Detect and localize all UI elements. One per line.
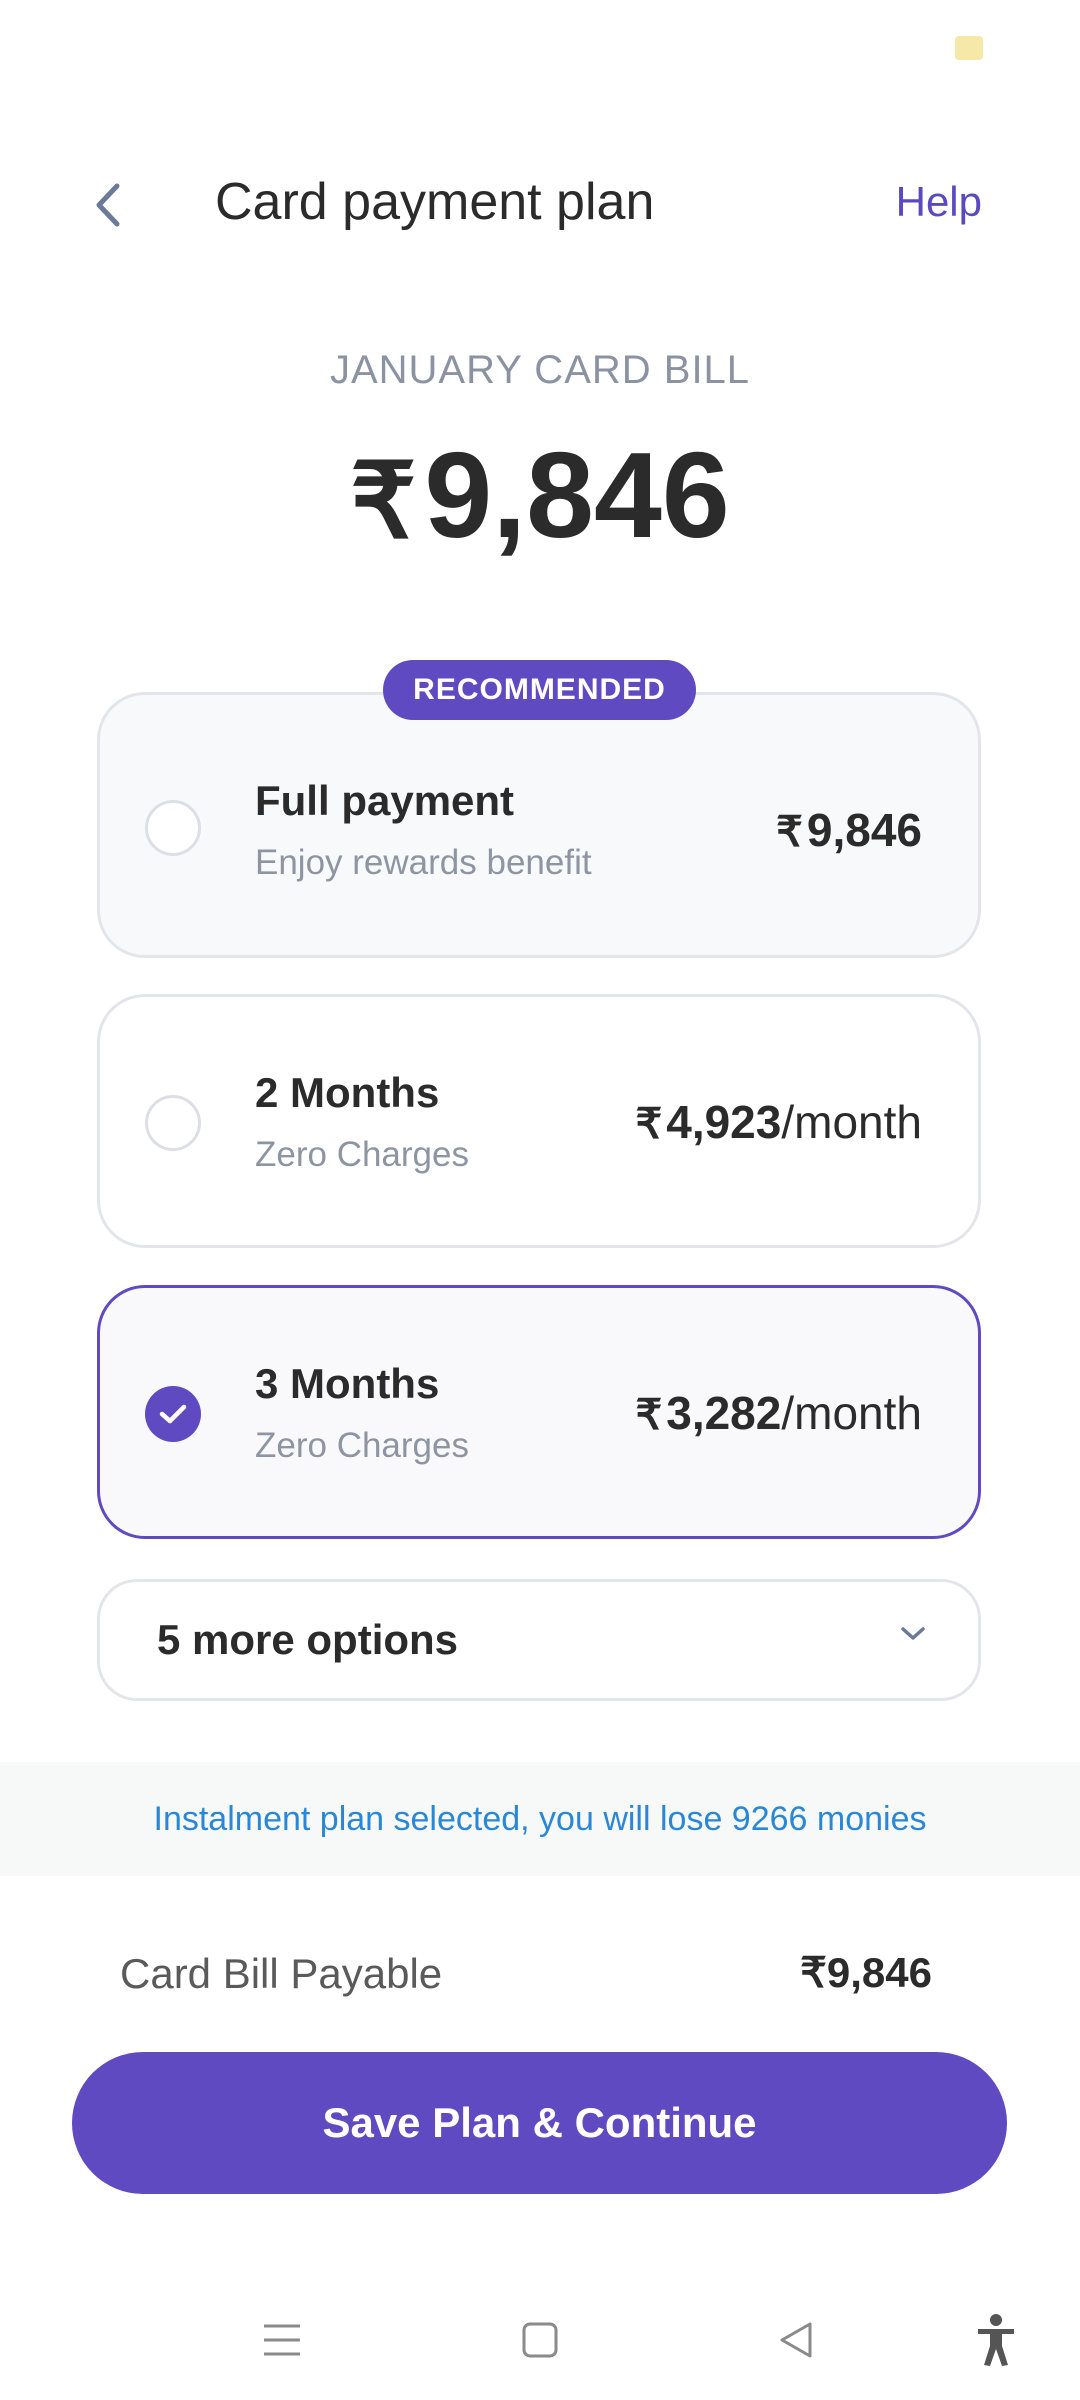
plan-price: ₹3,282/month [636,1386,923,1440]
triangle-back-icon [780,2322,812,2358]
bill-label: JANUARY CARD BILL [329,348,751,392]
accessibility-icon [978,2314,1014,2366]
bill-amount: ₹9,846 [0,425,1080,565]
plan-title: Full payment [255,777,515,824]
plan-price-value: 9,846 [806,804,922,856]
plan-price-suffix: /month [781,1096,922,1148]
more-options-dropdown[interactable]: 5 more options [97,1579,981,1701]
home-button[interactable] [510,2310,570,2370]
system-back-button[interactable] [766,2310,826,2370]
plan-currency: ₹ [635,1100,663,1147]
bill-currency: ₹ [350,444,417,560]
plan-currency: ₹ [776,808,803,855]
chevron-left-icon [96,183,120,227]
radio-checked-icon[interactable] [145,1386,201,1442]
radio-unchecked-icon[interactable] [145,1095,201,1151]
chevron-down-icon [901,1627,925,1640]
plan-option-2-months[interactable]: 2 Months Zero Charges ₹4,923/month [97,994,981,1248]
plan-price: ₹4,923/month [636,1095,923,1149]
payable-currency: ₹ [800,1949,827,1996]
check-icon [159,1404,187,1424]
plan-price-suffix: /month [781,1387,922,1439]
plan-title: 3 Months [255,1360,440,1407]
payable-amount-value: 9,846 [826,1949,932,1996]
page-title: Card payment plan [215,173,655,231]
more-options-label: 5 more options [157,1616,459,1663]
payable-label: Card Bill Payable [120,1950,443,1997]
system-navigation-bar [0,2290,1080,2380]
plan-option-full-payment[interactable]: Full payment Enjoy rewards benefit ₹9,84… [97,692,981,958]
info-banner: Instalment plan selected, you will lose … [0,1762,1080,1876]
save-plan-continue-button[interactable]: Save Plan & Continue [72,2052,1007,2194]
plan-option-3-months[interactable]: 3 Months Zero Charges ₹3,282/month [97,1285,981,1539]
plan-subtitle: Zero Charges [255,1426,469,1465]
plan-price-value: 4,923 [666,1096,782,1148]
recommended-badge: RECOMMENDED [383,660,696,720]
accessibility-button[interactable] [966,2310,1026,2370]
app-header: Card payment plan Help [0,150,1080,260]
menu-button[interactable] [252,2310,312,2370]
status-indicator [955,36,983,60]
bill-amount-value: 9,846 [424,427,730,563]
info-message: Instalment plan selected, you will lose … [153,1800,927,1838]
payable-amount: ₹9,846 [800,1948,932,1997]
plan-currency: ₹ [635,1391,663,1438]
plan-subtitle: Enjoy rewards benefit [255,843,592,882]
plan-price-value: 3,282 [666,1387,782,1439]
plan-subtitle: Zero Charges [255,1135,469,1174]
square-icon [522,2322,558,2358]
back-button[interactable] [78,170,138,240]
menu-icon [264,2324,300,2356]
help-link[interactable]: Help [896,178,982,226]
plan-price: ₹9,846 [776,803,922,857]
radio-unchecked-icon[interactable] [145,800,201,856]
plan-title: 2 Months [255,1069,440,1116]
